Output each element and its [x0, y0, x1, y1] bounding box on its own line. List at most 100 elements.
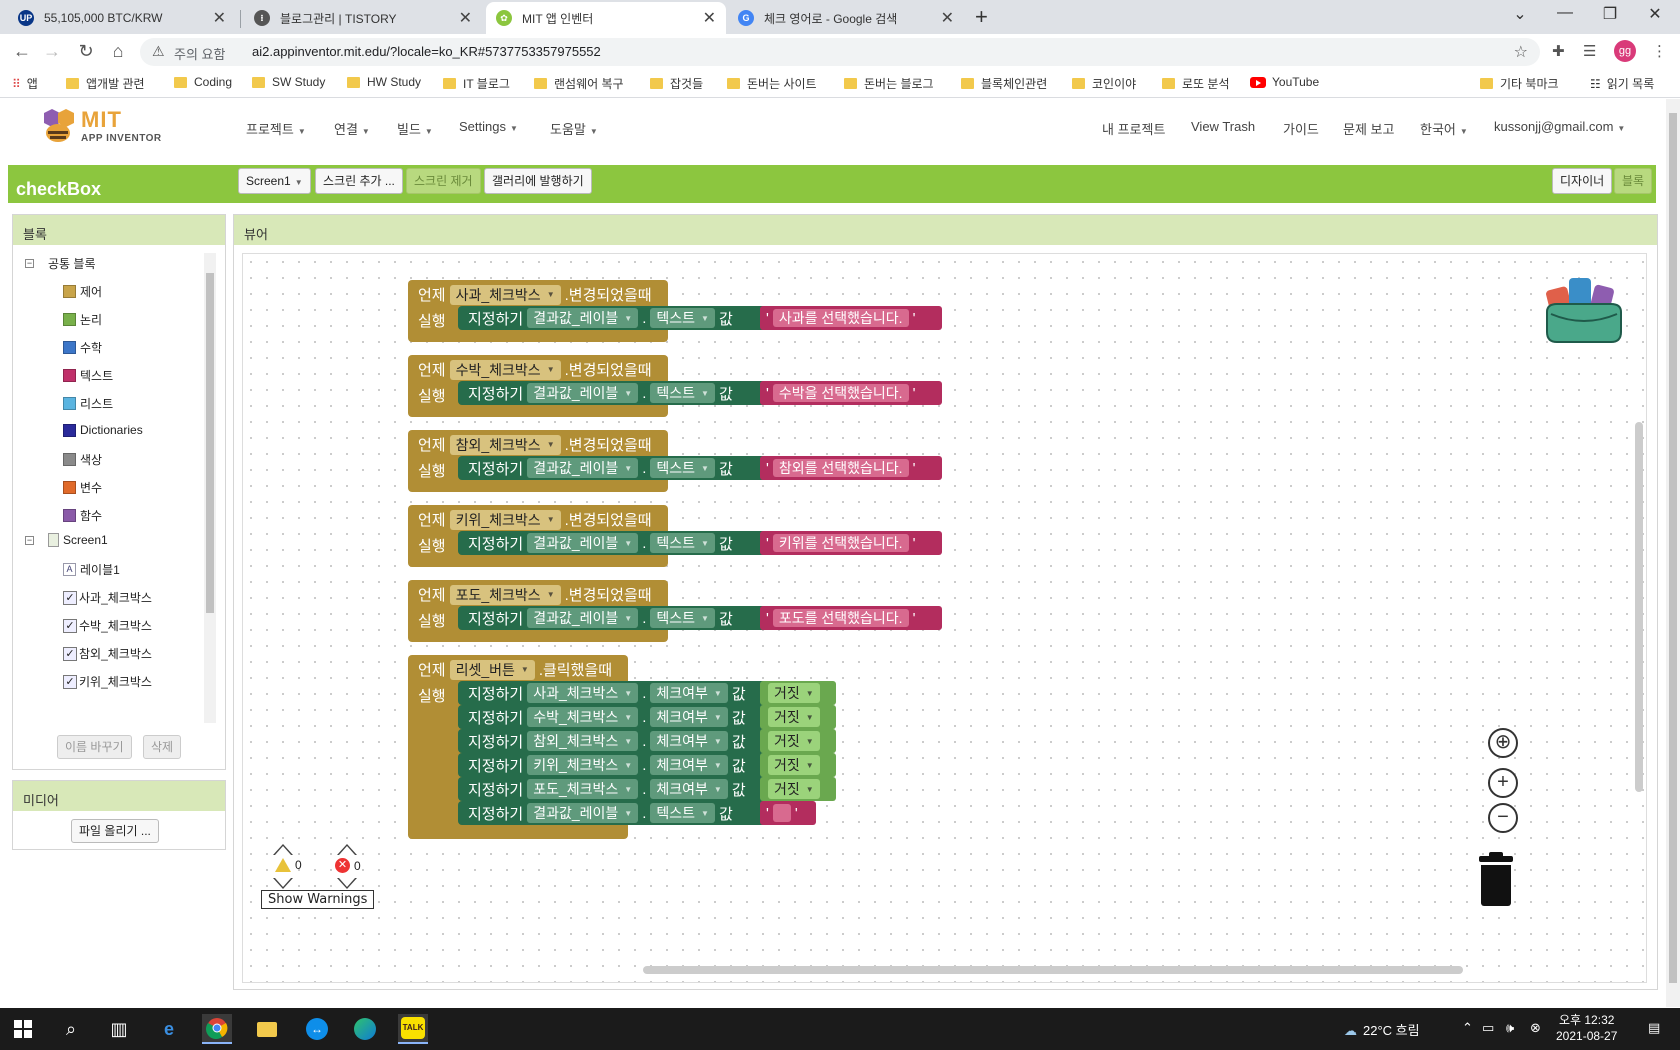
bookmark-folder[interactable]: HW Study	[347, 75, 421, 89]
internet-explorer-icon[interactable]: e	[154, 1014, 184, 1044]
extensions-icon[interactable]: ✚	[1552, 42, 1565, 60]
bookmark-other[interactable]: 기타 북마크	[1480, 75, 1559, 92]
builtin-category[interactable]: 리스트	[63, 395, 113, 412]
bookmark-folder[interactable]: 블록체인관련	[961, 75, 1047, 92]
builtin-category[interactable]: 수학	[63, 339, 102, 356]
chrome-icon[interactable]	[202, 1014, 232, 1044]
builtin-category[interactable]: Dictionaries	[63, 423, 143, 437]
tab-search-icon[interactable]: ⌄	[1500, 4, 1540, 24]
browser-tab[interactable]: G 체크 영어로 - Google 검색 ✕	[728, 2, 964, 34]
false-block[interactable]: 거짓 ▼	[760, 705, 836, 729]
bookmark-folder[interactable]: 랜섬웨어 복구	[534, 75, 624, 92]
text-block[interactable]: ' 수박을 선택했습니다. '	[760, 381, 942, 405]
bookmark-apps[interactable]: ⠿ 앱	[12, 75, 38, 92]
false-block[interactable]: 거짓 ▼	[760, 681, 836, 705]
browser-tab-active[interactable]: ✿ MIT 앱 인벤터 ✕	[486, 2, 726, 34]
text-value[interactable]: 키위를 선택했습니다.	[772, 534, 909, 552]
component-dropdown[interactable]: 결과값_레이블 ▼	[527, 383, 639, 403]
component-dropdown[interactable]: 키위_체크박스 ▼	[527, 755, 639, 775]
bookmark-folder[interactable]: SW Study	[252, 75, 325, 89]
menu-project[interactable]: 프로젝트 ▼	[246, 119, 306, 138]
boolean-dropdown[interactable]: 거짓 ▼	[768, 755, 820, 775]
app-inventor-logo[interactable]: MIT APP INVENTOR	[36, 105, 166, 149]
zoom-out-icon[interactable]: −	[1488, 803, 1518, 833]
collapse-icon[interactable]: −	[25, 535, 34, 545]
menu-build[interactable]: 빌드 ▼	[397, 119, 433, 138]
set-block[interactable]: 지정하기 수박_체크박스 ▼. 체크여부 ▼ 값	[458, 705, 768, 729]
account-menu[interactable]: kussonjj@gmail.com ▼	[1494, 119, 1625, 134]
close-tab-icon[interactable]: ✕	[703, 8, 716, 28]
set-block[interactable]: 지정하기 결과값_레이블 ▼. 텍스트 ▼ 값	[458, 456, 768, 480]
property-dropdown[interactable]: 체크여부 ▼	[650, 755, 728, 775]
component-dropdown[interactable]: 사과_체크박스 ▼	[527, 683, 639, 703]
text-value[interactable]: 사과를 선택했습니다.	[772, 309, 909, 327]
remove-screen-button[interactable]: 스크린 제거	[406, 168, 481, 194]
empty-text-block[interactable]: ' '	[760, 801, 816, 825]
close-tab-icon[interactable]: ✕	[941, 8, 954, 28]
property-dropdown[interactable]: 체크여부 ▼	[650, 707, 728, 727]
designer-button[interactable]: 디자이너	[1552, 168, 1613, 194]
zoom-in-icon[interactable]: +	[1488, 768, 1518, 798]
url-input[interactable]: ⚠ 주의 요함 ai2.appinventor.mit.edu/?locale=…	[140, 38, 1540, 66]
component-dropdown[interactable]: 리셋_버튼 ▼	[449, 659, 535, 680]
blocks-workspace[interactable]: 언제 사과_체크박스 ▼ .변경되었을때 실행 지정하기 결과값_레이블 ▼. 텍스트 ▼ 값 ' 사과…	[242, 253, 1647, 983]
property-dropdown[interactable]: 체크여부 ▼	[650, 779, 728, 799]
boolean-dropdown[interactable]: 거짓 ▼	[768, 707, 820, 727]
link-my-projects[interactable]: 내 프로젝트	[1102, 119, 1165, 138]
center-target-icon[interactable]: ⊕	[1488, 728, 1518, 758]
menu-icon[interactable]: ⋮	[1652, 42, 1667, 60]
bookmark-folder[interactable]: 앱개발 관련	[66, 75, 145, 92]
publish-gallery-button[interactable]: 갤러리에 발행하기	[484, 168, 592, 194]
new-tab-button[interactable]: +	[975, 4, 988, 30]
action-center-icon[interactable]: ▤	[1648, 1020, 1660, 1036]
boolean-dropdown[interactable]: 거짓 ▼	[768, 731, 820, 751]
page-scrollbar-thumb[interactable]	[1669, 113, 1677, 983]
bookmark-folder[interactable]: 로또 분석	[1162, 75, 1230, 92]
set-block[interactable]: 지정하기 결과값_레이블 ▼. 텍스트 ▼ 값	[458, 801, 768, 825]
bookmark-folder[interactable]: 돈버는 블로그	[844, 75, 934, 92]
bookmark-folder[interactable]: 잡것들	[650, 75, 703, 92]
weather-widget[interactable]: ☁ 22°C 흐림	[1344, 1020, 1420, 1039]
component-dropdown[interactable]: 결과값_레이블 ▼	[527, 458, 639, 478]
close-tab-icon[interactable]: ✕	[213, 8, 226, 28]
menu-connect[interactable]: 연결 ▼	[334, 119, 370, 138]
close-tab-icon[interactable]: ✕	[459, 8, 472, 28]
set-block[interactable]: 지정하기 결과값_레이블 ▼. 텍스트 ▼ 값	[458, 381, 768, 405]
component-dropdown[interactable]: 포도_체크박스 ▼	[527, 779, 639, 799]
tray-chevron-icon[interactable]: ⌃	[1462, 1020, 1473, 1036]
delete-button[interactable]: 삭제	[143, 735, 182, 759]
bookmark-youtube[interactable]: YouTube	[1250, 75, 1319, 89]
not-secure-icon[interactable]: ⚠	[152, 43, 165, 60]
kakaotalk-icon[interactable]: TALK	[398, 1014, 428, 1044]
upload-file-button[interactable]: 파일 올리기 ...	[71, 819, 159, 843]
bookmark-folder[interactable]: 돈버는 사이트	[727, 75, 817, 92]
volume-icon[interactable]: 🕪	[1506, 1020, 1514, 1036]
builtin-category[interactable]: 색상	[63, 451, 102, 468]
property-dropdown[interactable]: 체크여부 ▼	[650, 683, 728, 703]
component-dropdown[interactable]: 결과값_레이블 ▼	[527, 533, 639, 553]
false-block[interactable]: 거짓 ▼	[760, 729, 836, 753]
bookmark-folder[interactable]: Coding	[174, 75, 232, 89]
bookmark-folder[interactable]: IT 블로그	[443, 75, 510, 92]
builtin-category[interactable]: 텍스트	[63, 367, 113, 384]
tree-scrollbar[interactable]	[204, 253, 216, 723]
component-dropdown[interactable]: 참외_체크박스 ▼	[449, 434, 561, 455]
text-value[interactable]: 참외를 선택했습니다.	[772, 459, 909, 477]
close-window-icon[interactable]: ✕	[1635, 4, 1675, 24]
boolean-dropdown[interactable]: 거짓 ▼	[768, 683, 820, 703]
component-dropdown[interactable]: 수박_체크박스 ▼	[527, 707, 639, 727]
empty-text-value[interactable]	[772, 804, 791, 822]
add-screen-button[interactable]: 스크린 추가 ...	[315, 168, 403, 194]
property-dropdown[interactable]: 텍스트 ▼	[650, 803, 715, 823]
set-block[interactable]: 지정하기 결과값_레이블 ▼. 텍스트 ▼ 값	[458, 306, 768, 330]
minimize-icon[interactable]: —	[1545, 4, 1585, 22]
set-block[interactable]: 지정하기 사과_체크박스 ▼. 체크여부 ▼ 값	[458, 681, 768, 705]
boolean-dropdown[interactable]: 거짓 ▼	[768, 779, 820, 799]
component-dropdown[interactable]: 결과값_레이블 ▼	[527, 608, 639, 628]
show-warnings-button[interactable]: Show Warnings	[261, 890, 375, 909]
component-item[interactable]: ✓ 사과_체크박스	[63, 589, 152, 606]
property-dropdown[interactable]: 텍스트 ▼	[650, 383, 715, 403]
blocks-button[interactable]: 블록	[1614, 168, 1653, 194]
false-block[interactable]: 거짓 ▼	[760, 777, 836, 801]
component-item[interactable]: ✓ 참외_체크박스	[63, 645, 152, 662]
